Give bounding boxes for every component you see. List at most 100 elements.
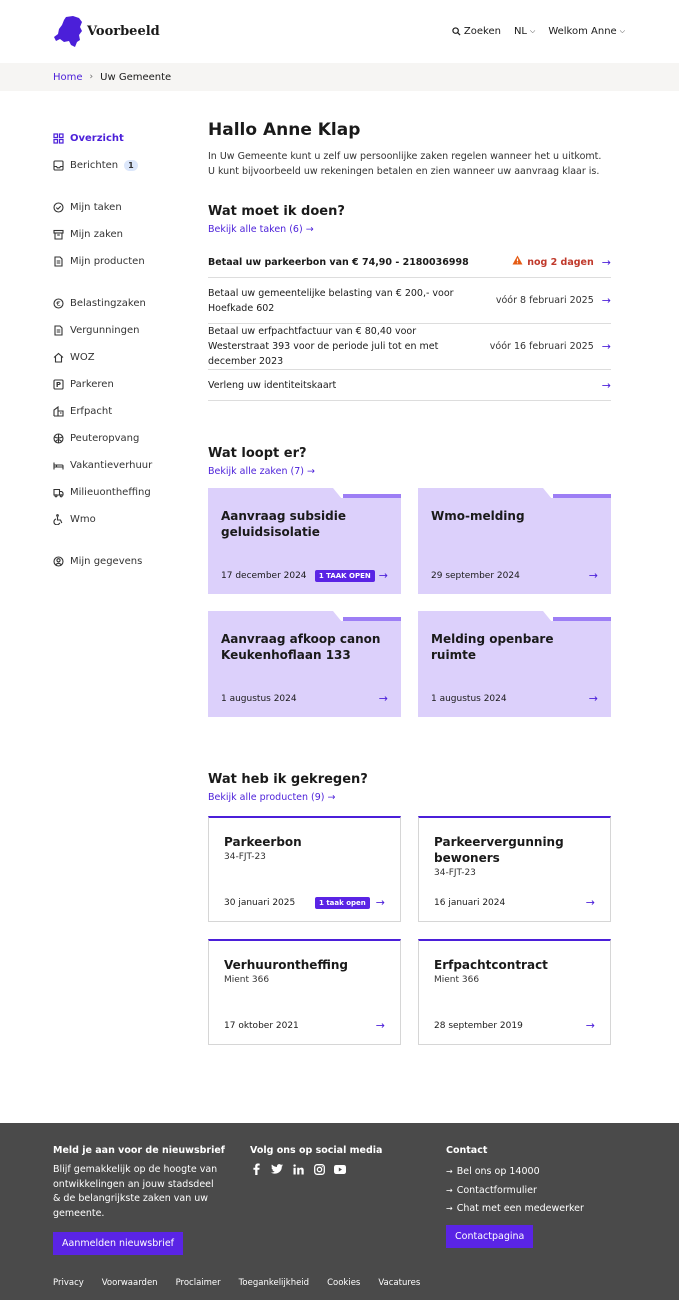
contact-link-chat[interactable]: → Chat met een medewerker <box>446 1200 584 1219</box>
task-row[interactable]: Verleng uw identiteitskaart → <box>208 370 611 401</box>
page-title: Hallo Anne Klap <box>208 120 361 140</box>
products-grid: Parkeerbon 34-FJT-23 30 januari 2025 1 t… <box>208 816 611 1045</box>
case-date: 29 september 2024 <box>431 570 520 581</box>
language-label: NL <box>513 26 527 37</box>
all-products-link-label: Bekijk alle producten (9) <box>208 792 325 803</box>
sidebar-item-environment-exemption[interactable]: Milieuontheffing <box>53 479 183 506</box>
warning-icon <box>512 255 523 270</box>
footer-link-accessibility[interactable]: Toegankelijkheid <box>239 1278 309 1288</box>
twitter-icon[interactable] <box>271 1163 283 1175</box>
contact-link-label: Contactformulier <box>456 1184 537 1196</box>
cases-heading: Wat loopt er? <box>208 446 307 461</box>
sidebar-item-label: Mijn zaken <box>70 229 124 240</box>
task-row[interactable]: Betaal uw gemeentelijke belasting van € … <box>208 278 611 324</box>
all-tasks-link[interactable]: Bekijk alle taken (6) → <box>208 224 314 235</box>
user-menu[interactable]: Welkom Anne ⌵ <box>548 26 625 37</box>
search-button[interactable]: Zoeken <box>452 26 501 37</box>
all-products-link[interactable]: Bekijk alle producten (9) → <box>208 792 335 803</box>
sidebar-item-leasehold[interactable]: Erfpacht <box>53 398 183 425</box>
logo[interactable]: Voorbeeld <box>53 15 160 48</box>
products-heading: Wat heb ik gekregen? <box>208 772 368 787</box>
footer-link-terms[interactable]: Voorwaarden <box>102 1278 158 1288</box>
euro-icon: € <box>53 298 64 309</box>
sidebar-item-wmo[interactable]: Wmo <box>53 506 183 533</box>
footer-link-proclaimer[interactable]: Proclaimer <box>176 1278 221 1288</box>
sidebar-item-permits[interactable]: Vergunningen <box>53 317 183 344</box>
sidebar-item-label: Peuteropvang <box>70 433 140 444</box>
sidebar-item-label: Wmo <box>70 514 96 525</box>
case-card[interactable]: Aanvraag subsidie geluidsisolatie 17 dec… <box>208 488 401 594</box>
product-title: Parkeerbon <box>224 835 302 849</box>
product-card[interactable]: Erfpachtcontract Mient 366 28 september … <box>418 939 611 1045</box>
task-text: Verleng uw identiteitskaart <box>208 379 337 391</box>
language-selector[interactable]: NL ⌵ <box>514 26 535 37</box>
sidebar-item-label: Vergunningen <box>70 325 140 336</box>
task-text: Betaal uw parkeerbon van € 74,90 - 21800… <box>208 256 469 268</box>
sidebar-item-profile[interactable]: Mijn gegevens <box>53 548 183 575</box>
breadcrumb: Home › Uw Gemeente <box>0 63 679 91</box>
sidebar-item-parking[interactable]: P Parkeren <box>53 371 183 398</box>
product-card[interactable]: Verhuurontheffing Mient 366 17 oktober 2… <box>208 939 401 1045</box>
newsletter-section: Meld je aan voor de nieuwsbrief Blijf ge… <box>53 1145 225 1255</box>
product-subtitle: Mient 366 <box>224 975 270 985</box>
instagram-icon[interactable] <box>313 1163 325 1175</box>
newsletter-signup-button[interactable]: Aanmelden nieuwsbrief <box>53 1232 184 1255</box>
social-section: Volg ons op social media <box>250 1145 382 1175</box>
youtube-icon[interactable] <box>334 1163 346 1175</box>
contact-link-form[interactable]: → Contactformulier <box>446 1182 584 1201</box>
sidebar-item-woz[interactable]: WOZ <box>53 344 183 371</box>
sidebar-item-products[interactable]: Mijn producten <box>53 248 183 275</box>
arrow-right-icon: → <box>306 466 315 477</box>
task-deadline: vóór 16 februari 2025 <box>489 341 594 352</box>
product-date: 17 oktober 2021 <box>224 1020 299 1031</box>
facebook-icon[interactable] <box>250 1163 262 1175</box>
contact-link-phone[interactable]: → Bel ons op 14000 <box>446 1163 584 1182</box>
linkedin-icon[interactable] <box>292 1163 304 1175</box>
task-deadline: vóór 8 februari 2025 <box>495 295 594 306</box>
arrow-right-icon: → <box>378 692 388 705</box>
product-card[interactable]: Parkeervergunning bewoners 34-FJT-23 16 … <box>418 816 611 922</box>
sidebar-item-label: Mijn taken <box>70 202 122 213</box>
footer-link-privacy[interactable]: Privacy <box>53 1278 84 1288</box>
sidebar-item-messages[interactable]: Berichten 1 <box>53 152 183 179</box>
breadcrumb-home[interactable]: Home <box>53 72 83 83</box>
folder-tab <box>333 611 401 621</box>
task-row[interactable]: Betaal uw parkeerbon van € 74,90 - 21800… <box>208 247 611 278</box>
case-card[interactable]: Melding openbare ruimte 1 augustus 2024 … <box>418 611 611 717</box>
product-title: Verhuurontheffing <box>224 958 348 972</box>
case-title: Melding openbare ruimte <box>431 632 554 662</box>
check-circle-icon <box>53 202 64 213</box>
case-title: Aanvraag subsidie geluidsisolatie <box>221 509 347 539</box>
wheelchair-icon <box>53 514 64 525</box>
arrow-right-icon: → <box>601 294 611 307</box>
welcome-label: Welkom Anne <box>548 26 617 37</box>
sidebar-item-label: Erfpacht <box>70 406 113 417</box>
footer-links: Privacy Voorwaarden Proclaimer Toegankel… <box>53 1278 438 1288</box>
sidebar-item-label: WOZ <box>70 352 95 363</box>
task-deadline: nog 2 dagen <box>527 256 594 268</box>
sidebar-item-holiday-rental[interactable]: Vakantieverhuur <box>53 452 183 479</box>
chevron-down-icon: ⌵ <box>530 27 536 35</box>
all-cases-link[interactable]: Bekijk alle zaken (7) → <box>208 466 315 477</box>
task-row[interactable]: Betaal uw erfpachtfactuur van € 80,40 vo… <box>208 324 611 370</box>
sidebar-item-tasks[interactable]: Mijn taken <box>53 194 183 221</box>
footer-link-vacancies[interactable]: Vacatures <box>378 1278 420 1288</box>
footer-link-cookies[interactable]: Cookies <box>327 1278 360 1288</box>
sidebar-item-childcare[interactable]: Peuteropvang <box>53 425 183 452</box>
arrow-right-icon: → <box>601 255 611 269</box>
task-text: Betaal uw gemeentelijke belasting van € … <box>208 287 454 314</box>
sidebar-item-overview[interactable]: Overzicht <box>53 125 183 152</box>
case-card[interactable]: Wmo-melding 29 september 2024 → <box>418 488 611 594</box>
case-card[interactable]: Aanvraag afkoop canon Keukenhoflaan 133 … <box>208 611 401 717</box>
sidebar-item-taxes[interactable]: € Belastingzaken <box>53 290 183 317</box>
parking-icon: P <box>53 379 64 390</box>
sidebar-item-cases[interactable]: Mijn zaken <box>53 221 183 248</box>
product-title: Erfpachtcontract <box>434 958 548 972</box>
contact-page-button[interactable]: Contactpagina <box>446 1224 534 1248</box>
newsletter-text: Blijf gemakkelijk op de hoogte van ontwi… <box>53 1164 218 1219</box>
house-icon <box>53 352 64 363</box>
product-card[interactable]: Parkeerbon 34-FJT-23 30 januari 2025 1 t… <box>208 816 401 922</box>
arrow-right-icon: → <box>327 792 336 803</box>
sidebar-item-label: Mijn gegevens <box>70 556 143 567</box>
sidebar-item-label: Berichten <box>70 160 119 171</box>
